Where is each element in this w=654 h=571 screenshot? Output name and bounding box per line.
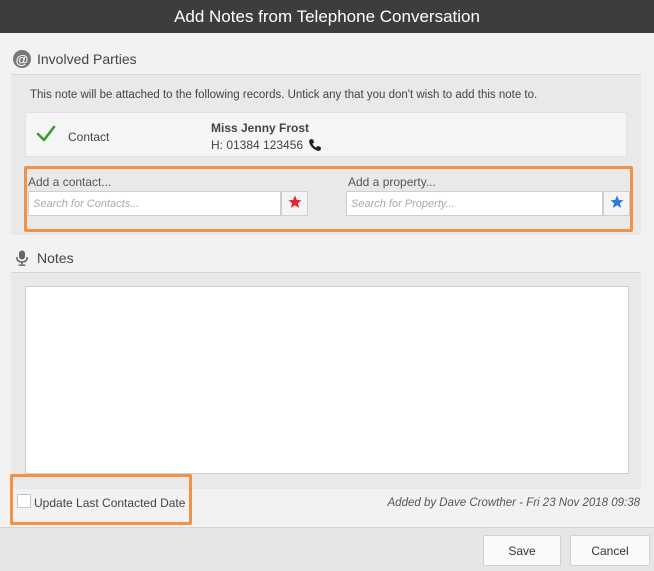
notes-textarea[interactable] (25, 286, 629, 474)
dialog-titlebar: Add Notes from Telephone Conversation (0, 0, 654, 33)
record-phone-number: H: 01384 123456 (211, 138, 304, 152)
dialog-footer: Save Cancel (0, 527, 654, 571)
added-by-text: Added by Dave Crowther - Fri 23 Nov 2018… (387, 497, 641, 509)
record-checkbox-checked-icon[interactable] (36, 124, 56, 144)
notes-title: Notes (37, 250, 74, 266)
update-highlight-box (10, 474, 192, 525)
microphone-icon (13, 249, 31, 267)
search-highlight-box (24, 166, 633, 232)
cancel-button[interactable]: Cancel (570, 535, 650, 566)
at-icon: @ (13, 50, 31, 68)
notes-heading: Notes (13, 249, 74, 267)
info-text: This note will be attached to the follow… (30, 89, 538, 101)
dialog-title: Add Notes from Telephone Conversation (174, 6, 480, 26)
record-name[interactable]: Miss Jenny Frost (211, 121, 309, 135)
record-type: Contact (68, 130, 110, 144)
notes-panel (11, 273, 641, 489)
record-phone: H: 01384 123456 (211, 138, 322, 152)
record-row: Contact Miss Jenny Frost H: 01384 123456 (25, 112, 627, 157)
phone-icon[interactable] (308, 138, 322, 152)
involved-parties-title: Involved Parties (37, 51, 137, 67)
involved-parties-heading: @ Involved Parties (13, 50, 137, 68)
save-button[interactable]: Save (483, 535, 561, 566)
